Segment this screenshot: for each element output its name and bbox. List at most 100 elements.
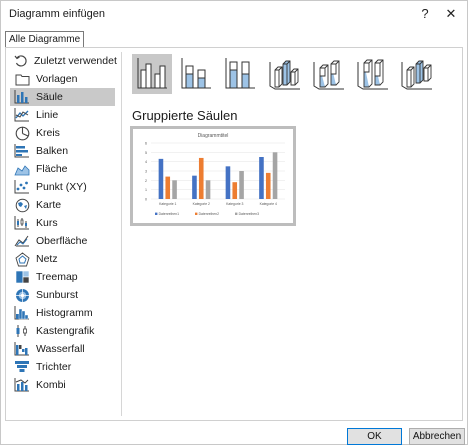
- sidebar-item-area[interactable]: Fläche: [10, 160, 115, 178]
- subtype-3d-100-stacked-column[interactable]: [352, 54, 392, 94]
- legend-swatch: [235, 212, 238, 215]
- sidebar-item-label: Wasserfall: [36, 343, 85, 355]
- bar-3-1: [225, 166, 231, 199]
- cancel-button[interactable]: Abbrechen: [409, 428, 465, 445]
- sidebar-item-column[interactable]: Säule: [10, 88, 115, 106]
- tab-strip: Alle Diagramme: [5, 31, 85, 48]
- sidebar-item-label: Vorlagen: [36, 73, 78, 85]
- funnel-icon: [14, 359, 30, 375]
- sidebar-item-surface[interactable]: Oberfläche: [10, 232, 115, 250]
- sidebar-item-label: Kurs: [36, 217, 58, 229]
- treemap-icon: [14, 269, 30, 285]
- sidebar-item-label: Treemap: [36, 271, 78, 283]
- y-tick-label: 0: [145, 198, 147, 202]
- sidebar-item-treemap[interactable]: Treemap: [10, 268, 115, 286]
- folder-icon: [14, 71, 30, 87]
- sidebar-item-label: Karte: [36, 199, 62, 211]
- area-chart-icon: [14, 161, 30, 177]
- chart-type-list: Zuletzt verwendet Vorlagen Säule Linie K…: [6, 52, 122, 416]
- waterfall-icon: [14, 341, 30, 357]
- sidebar-item-map[interactable]: Karte: [10, 196, 115, 214]
- sidebar-item-templates[interactable]: Vorlagen: [10, 70, 115, 88]
- sidebar-item-label: Balken: [36, 145, 69, 157]
- 100-stacked-column-icon: [223, 56, 257, 93]
- sidebar-item-label: Punkt (XY): [36, 181, 87, 193]
- stock-chart-icon: [14, 215, 30, 231]
- title-bar: Diagramm einfügen ? ✕: [1, 1, 467, 27]
- bar-3-3: [239, 171, 244, 199]
- dialog-title: Diagramm einfügen: [9, 8, 105, 20]
- sidebar-item-funnel[interactable]: Trichter: [10, 358, 115, 376]
- sidebar-item-label: Sunburst: [36, 289, 79, 301]
- pie-chart-icon: [14, 125, 30, 141]
- tab-all-charts[interactable]: Alle Diagramme: [5, 31, 85, 48]
- sidebar-item-bar[interactable]: Balken: [10, 142, 115, 160]
- sidebar-item-label: Kreis: [36, 127, 60, 139]
- close-button[interactable]: ✕: [439, 5, 463, 23]
- y-tick-label: 2: [145, 179, 147, 183]
- subtype-100-stacked-column[interactable]: [220, 54, 260, 94]
- bar-4-3: [272, 152, 278, 199]
- sidebar-item-box-whisker[interactable]: Kastengrafik: [10, 322, 115, 340]
- sidebar-item-label: Säule: [36, 91, 63, 103]
- column-chart-icon: [14, 89, 30, 105]
- histogram-icon: [14, 305, 30, 321]
- line-chart-icon: [14, 107, 30, 123]
- sidebar-item-radar[interactable]: Netz: [10, 250, 115, 268]
- subtype-title: Gruppierte Säulen: [132, 108, 238, 123]
- clustered-column-icon: [135, 56, 169, 93]
- sidebar-item-pie[interactable]: Kreis: [10, 124, 115, 142]
- y-tick-label: 1: [145, 188, 147, 192]
- subtype-clustered-column[interactable]: [132, 54, 172, 94]
- subtype-stacked-column[interactable]: [176, 54, 216, 94]
- sidebar-item-label: Histogramm: [36, 307, 93, 319]
- preview-chart: Diagrammtitel 0 1 2 3 4 5 6 Kategorie 1 Kategor…: [145, 133, 285, 216]
- sidebar-item-combo[interactable]: Kombi: [10, 376, 115, 394]
- chart-preview[interactable]: Diagrammtitel 0 1 2 3 4 5 6 Kategorie 1 Kategor…: [130, 126, 296, 226]
- bar-4-2: [265, 172, 271, 199]
- sidebar-item-sunburst[interactable]: Sunburst: [10, 286, 115, 304]
- insert-chart-dialog: Diagramm einfügen ? ✕ Alle Diagramme Zul…: [0, 0, 468, 445]
- sidebar-item-label: Netz: [36, 253, 58, 265]
- chart-title: Diagrammtitel: [198, 133, 229, 139]
- sidebar-item-scatter[interactable]: Punkt (XY): [10, 178, 115, 196]
- recent-icon: [14, 53, 28, 69]
- x-tick-label: Kategorie 2: [193, 202, 210, 206]
- legend-swatch: [195, 212, 198, 215]
- sunburst-icon: [14, 287, 30, 303]
- bar-2-3: [205, 180, 211, 199]
- bar-3-2: [232, 182, 238, 199]
- subtype-3d-clustered-column[interactable]: [264, 54, 304, 94]
- sidebar-item-stock[interactable]: Kurs: [10, 214, 115, 232]
- y-tick-label: 3: [145, 170, 147, 174]
- sidebar-item-line[interactable]: Linie: [10, 106, 115, 124]
- legend-swatch: [155, 212, 158, 215]
- ok-button[interactable]: OK: [347, 428, 402, 445]
- x-tick-label: Kategorie 4: [260, 202, 277, 206]
- help-button[interactable]: ?: [413, 5, 437, 23]
- 3d-100-stacked-column-icon: [355, 56, 389, 93]
- sidebar-item-label: Kastengrafik: [36, 325, 95, 337]
- legend-label: Datenreihen2: [199, 212, 219, 216]
- sidebar-item-waterfall[interactable]: Wasserfall: [10, 340, 115, 358]
- sidebar-item-label: Kombi: [36, 379, 66, 391]
- x-tick-label: Kategorie 1: [159, 202, 176, 206]
- subtype-3d-column[interactable]: [396, 54, 436, 94]
- y-tick-label: 6: [145, 142, 147, 146]
- y-tick-label: 5: [145, 151, 147, 155]
- box-whisker-icon: [14, 323, 30, 339]
- legend-label: Datenreihen1: [159, 212, 179, 216]
- sidebar-item-label: Oberfläche: [36, 235, 88, 247]
- chart-subtype-pane: Gruppierte Säulen Diagrammtitel 0 1 2 3 4 5 6 …: [128, 52, 458, 416]
- bar-1-1: [158, 158, 164, 199]
- bar-1-3: [172, 180, 177, 199]
- sidebar-item-histogram[interactable]: Histogramm: [10, 304, 115, 322]
- bar-2-1: [192, 175, 197, 199]
- sidebar-item-recent[interactable]: Zuletzt verwendet: [10, 52, 117, 70]
- subtype-3d-stacked-column[interactable]: [308, 54, 348, 94]
- surface-chart-icon: [14, 233, 30, 249]
- y-tick-label: 4: [145, 160, 147, 164]
- map-chart-icon: [14, 197, 30, 213]
- combo-chart-icon: [14, 377, 30, 393]
- sidebar-item-label: Zuletzt verwendet: [34, 55, 117, 67]
